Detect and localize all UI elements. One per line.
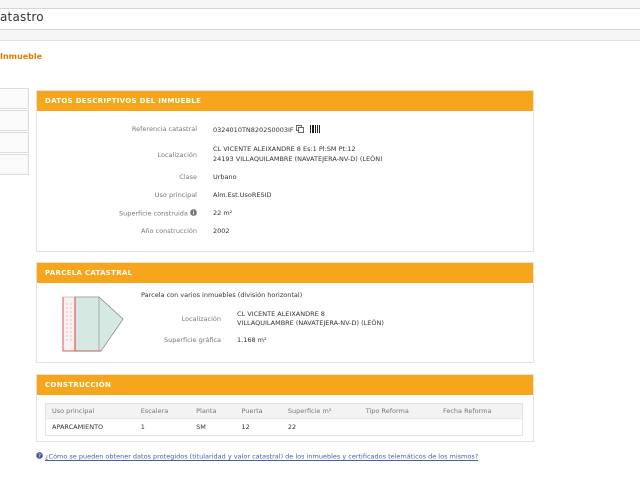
parcela-localizacion-label: Localización	[181, 315, 221, 323]
table-header-row: Uso principal Escalera Planta Puerta Sup…	[45, 403, 523, 419]
clase-label: Clase	[179, 173, 197, 181]
superficie-grafica-label: Superficie gráfica	[163, 336, 221, 344]
parcela-panel-header: PARCELA CATASTRAL	[37, 263, 533, 283]
localizacion-label: Localización	[157, 151, 197, 159]
superficie-value: 22 m²	[213, 209, 233, 217]
uso-principal-value: Alm.Est.UsoRESID	[213, 191, 272, 199]
col-uso-principal: Uso principal	[45, 403, 135, 419]
superficie-grafica-value: 1.168 m²	[237, 336, 267, 344]
superficie-label-text: Superficie construida	[119, 209, 188, 218]
help-link-text[interactable]: ¿Cómo se pueden obtener datos protegidos…	[45, 453, 478, 461]
top-title-box	[0, 8, 640, 30]
construccion-panel-header: CONSTRUCCIÓN	[37, 375, 533, 395]
help-icon: ?	[36, 452, 43, 461]
clase-value: Urbano	[213, 173, 237, 181]
construccion-table: Uso principal Escalera Planta Puerta Sup…	[45, 403, 523, 436]
anio-construccion-label: Año construcción	[140, 227, 197, 235]
parcela-subtitle: Parcela con varios inmuebles (división h…	[141, 291, 303, 299]
ref-catastral-text[interactable]: 0324010TN8202S0003IF	[213, 126, 294, 134]
cell-planta: SM	[190, 418, 236, 436]
svg-text:?: ?	[38, 453, 41, 459]
datos-panel-header: DATOS DESCRIPTIVOS DEL INMUEBLE	[37, 91, 533, 111]
left-nav-item-3[interactable]	[0, 132, 29, 153]
parcel-map-thumbnail[interactable]	[61, 293, 125, 353]
col-fecha-reforma: Fecha Reforma	[436, 403, 523, 419]
anio-construccion-value: 2002	[213, 227, 230, 235]
localizacion-line2: 24193 VILLAQUILAMBRE (NAVATEJERA-NV-D) (…	[213, 155, 383, 163]
cell-uso: APARCAMIENTO	[45, 418, 135, 436]
left-nav-item-4[interactable]	[0, 154, 29, 175]
parcela-panel: PARCELA CATASTRAL Parcela con varios inm…	[36, 262, 534, 363]
superficie-label: Superficie construida	[37, 209, 197, 218]
localizacion-line1: CL VICENTE ALEIXANDRE 8 Es:1 Pl:SM Pt:12	[213, 145, 356, 153]
col-superficie: Superficie m²	[281, 403, 360, 419]
cell-superficie: 22	[281, 418, 360, 436]
left-nav-item-2[interactable]	[0, 110, 29, 131]
cell-fecha-reforma	[436, 418, 523, 436]
barcode-icon[interactable]	[309, 125, 320, 135]
cell-puerta: 12	[235, 418, 282, 436]
parcela-localizacion-line2: VILLAQUILAMBRE (NAVATEJERA-NV-D) (LEÓN)	[237, 319, 384, 327]
page-title: Inmueble	[0, 52, 43, 61]
datos-panel: DATOS DESCRIPTIVOS DEL INMUEBLE Referenc…	[36, 90, 534, 252]
left-nav-item-1[interactable]	[0, 88, 29, 109]
col-escalera: Escalera	[134, 403, 191, 419]
info-icon[interactable]	[190, 209, 197, 218]
parcela-localizacion-line1: CL VICENTE ALEIXANDRE 8	[237, 310, 325, 318]
app-title: atastro	[0, 10, 44, 24]
help-link[interactable]: ? ¿Cómo se pueden obtener datos protegid…	[36, 452, 478, 461]
table-row: APARCAMIENTO 1 SM 12 22	[45, 418, 523, 436]
uso-principal-label: Uso principal	[154, 191, 197, 199]
ref-catastral-label: Referencia catastral	[131, 125, 197, 133]
col-puerta: Puerta	[235, 403, 282, 419]
col-tipo-reforma: Tipo Reforma	[359, 403, 437, 419]
col-planta: Planta	[190, 403, 236, 419]
cell-tipo-reforma	[359, 418, 437, 436]
copy-icon[interactable]	[295, 125, 304, 135]
ref-catastral-value: 0324010TN8202S0003IF	[213, 125, 320, 135]
construccion-panel: CONSTRUCCIÓN Uso principal Escalera Plan…	[36, 374, 534, 442]
top-bar: atastro	[0, 0, 640, 41]
cell-escalera: 1	[134, 418, 191, 436]
